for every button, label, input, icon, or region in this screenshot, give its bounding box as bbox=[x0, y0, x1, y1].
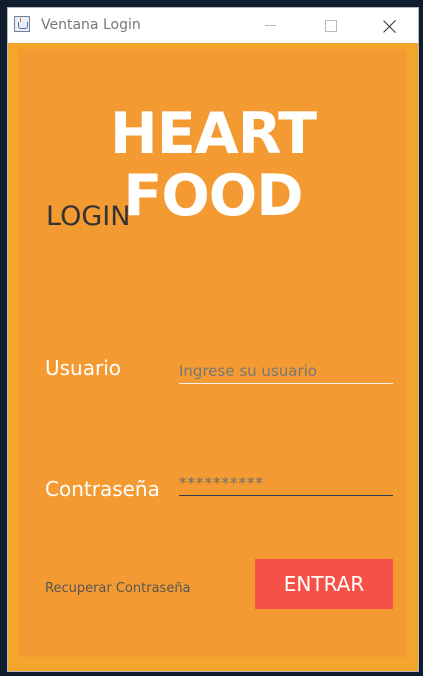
close-button[interactable] bbox=[368, 8, 412, 43]
password-input[interactable] bbox=[179, 471, 393, 496]
login-panel: HEART FOOD LOGIN Usuario Contraseña Recu… bbox=[19, 49, 407, 657]
maximize-icon bbox=[325, 19, 337, 32]
close-icon bbox=[383, 19, 397, 33]
minimize-icon bbox=[264, 25, 276, 26]
minimize-button[interactable] bbox=[248, 8, 292, 43]
login-submit-button[interactable]: ENTRAR bbox=[255, 559, 393, 609]
login-window: Ventana Login HEART FOOD LOGIN Usuario C… bbox=[7, 7, 419, 672]
password-label: Contraseña bbox=[45, 477, 160, 501]
window-titlebar: Ventana Login bbox=[8, 8, 418, 43]
username-input[interactable] bbox=[179, 359, 393, 384]
java-app-icon bbox=[14, 16, 30, 32]
recover-password-link[interactable]: Recuperar Contraseña bbox=[45, 581, 191, 596]
login-title: LOGIN bbox=[46, 201, 131, 232]
maximize-button[interactable] bbox=[309, 8, 353, 43]
username-label: Usuario bbox=[45, 356, 122, 380]
window-title: Ventana Login bbox=[41, 17, 141, 33]
